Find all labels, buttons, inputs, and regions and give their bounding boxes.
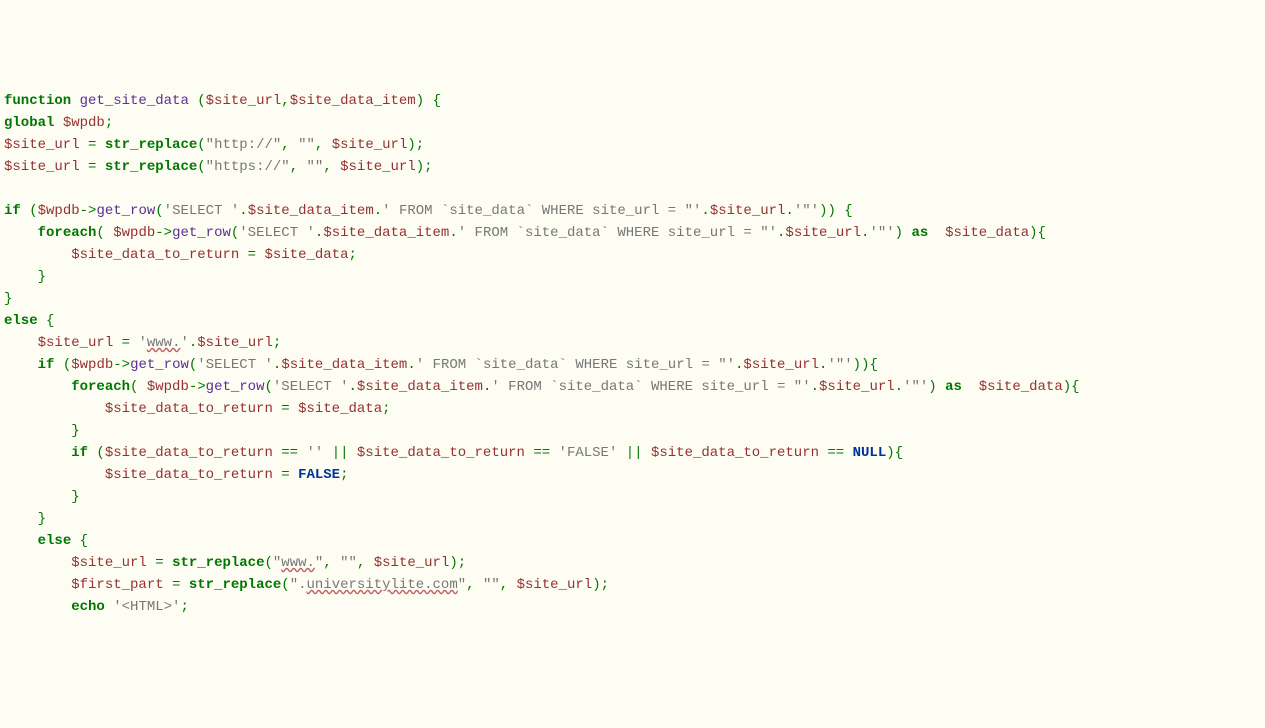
line-16: } — [4, 423, 80, 439]
line-9: } — [4, 269, 46, 285]
line-1: function get_site_data ($site_url,$site_… — [4, 93, 441, 109]
code-block: function get_site_data ($site_url,$site_… — [0, 88, 1265, 618]
line-15: $site_data_to_return = $site_data; — [4, 401, 391, 417]
line-19: } — [4, 489, 80, 505]
line-13: if ($wpdb->get_row('SELECT '.$site_data_… — [4, 357, 878, 373]
line-7: foreach( $wpdb->get_row('SELECT '.$site_… — [4, 225, 1046, 241]
line-21: else { — [4, 533, 88, 549]
line-23: $first_part = str_replace(".universityli… — [4, 577, 609, 593]
line-4: $site_url = str_replace("https://", "", … — [4, 159, 433, 175]
line-3: $site_url = str_replace("http://", "", $… — [4, 137, 424, 153]
line-17: if ($site_data_to_return == '' || $site_… — [4, 445, 903, 461]
line-10: } — [4, 291, 12, 307]
line-2: global $wpdb; — [4, 115, 113, 131]
line-14: foreach( $wpdb->get_row('SELECT '.$site_… — [4, 379, 1080, 395]
line-6: if ($wpdb->get_row('SELECT '.$site_data_… — [4, 203, 853, 219]
line-22: $site_url = str_replace("www.", "", $sit… — [4, 555, 466, 571]
line-8: $site_data_to_return = $site_data; — [4, 247, 357, 263]
line-20: } — [4, 511, 46, 527]
line-11: else { — [4, 313, 54, 329]
line-12: $site_url = 'www.'.$site_url; — [4, 335, 281, 351]
line-18: $site_data_to_return = FALSE; — [4, 467, 349, 483]
line-24: echo '<HTML>'; — [4, 599, 189, 615]
